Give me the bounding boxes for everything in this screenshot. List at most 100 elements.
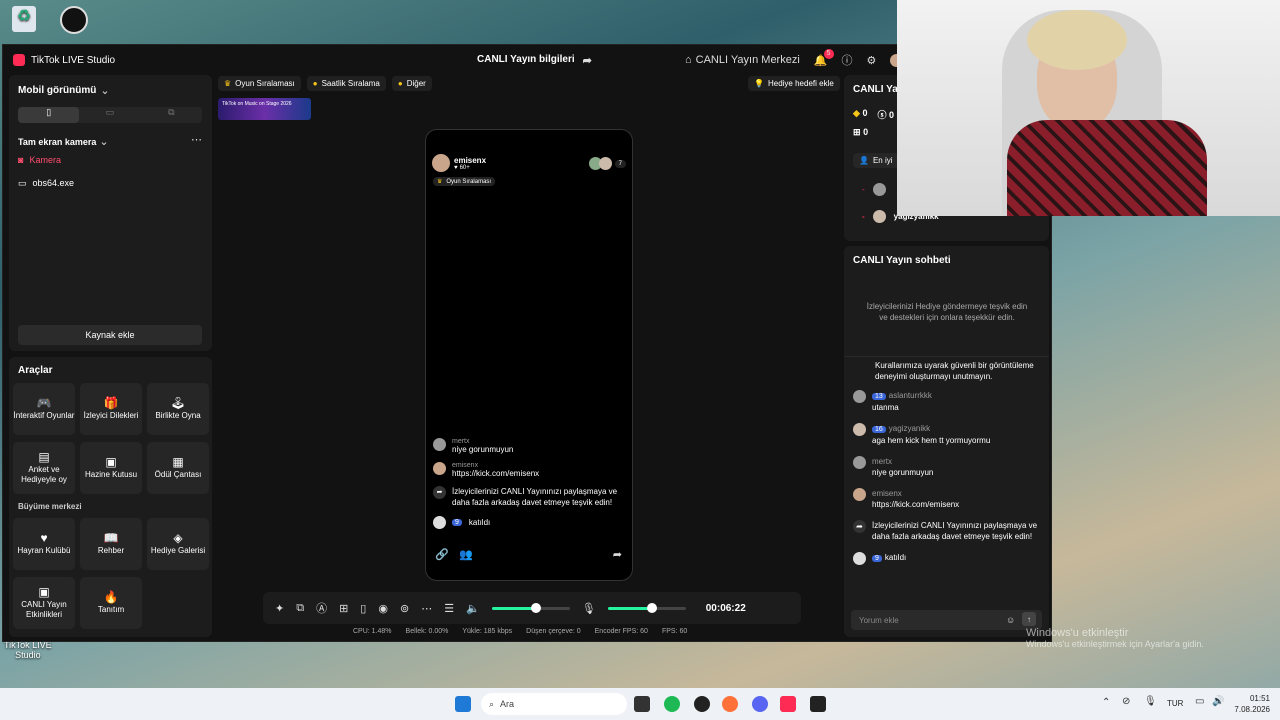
emoji-icon[interactable]: ☺ — [1006, 615, 1015, 625]
slider-knob[interactable] — [531, 602, 542, 613]
live-info-button[interactable]: CANLI Yayın bilgileri ➦ — [477, 54, 592, 67]
focus-icon[interactable]: ⊚ — [400, 602, 409, 615]
slider-knob[interactable] — [647, 602, 658, 613]
tool-live-events[interactable]: ▣ CANLI Yayın Etkinlikleri — [13, 577, 75, 629]
view-label: Mobil görünümü — [18, 85, 97, 96]
tiktok-icon[interactable] — [780, 696, 796, 712]
tool-fan-club[interactable]: ♥ Hayran Kulübü — [13, 518, 75, 570]
microphone-icon[interactable]: 🎙 — [582, 602, 596, 615]
chip-game-ranking[interactable]: ♛ Oyun Sıralaması — [218, 76, 301, 91]
ai-icon[interactable]: Ⓐ — [316, 600, 327, 616]
language-indicator[interactable]: TUR — [1167, 699, 1183, 708]
speaker-volume-slider[interactable] — [491, 602, 570, 613]
users-icon[interactable]: 👥 — [459, 548, 473, 561]
chat-message: ➦ İzleyicilerinizi CANLI Yayınınızı payla… — [433, 486, 627, 508]
flame-icon: 🔥 — [103, 589, 119, 604]
avatar — [853, 423, 866, 436]
mobile-preview: emisenx ♥ 60+ 7 ♛ Oyun Sıralaması mertx niy… — [425, 129, 633, 581]
chat-user: emisenx — [452, 462, 479, 469]
network-icon[interactable]: ⊘ — [1122, 696, 1130, 707]
chip-hourly-ranking[interactable]: ● Saatlik Sıralama — [306, 76, 386, 91]
gift-goal-button[interactable]: 💡 Hediye hedefi ekle — [748, 76, 840, 91]
record-icon[interactable]: ◉ — [378, 602, 388, 615]
phone-icon[interactable]: ▯ — [360, 602, 366, 615]
viewer-avatars[interactable]: 7 — [588, 157, 626, 170]
tool-guide[interactable]: 📖 Rehber — [80, 518, 142, 570]
tool-treasure-box[interactable]: ▣ Hazine Kutusu — [80, 442, 142, 494]
rank-chip[interactable]: ♛ Oyun Sıralaması — [433, 177, 496, 186]
link-icon[interactable]: 🔗 — [435, 548, 449, 561]
taskbar-search[interactable]: ⌕ Ara — [481, 693, 627, 715]
magic-wand-icon[interactable]: ✦ — [275, 602, 284, 615]
tiktok-live-studio-icon[interactable] — [810, 696, 826, 712]
fps-status: FPS: 60 — [661, 628, 688, 635]
chevron-down-icon: ⌄ — [99, 136, 109, 148]
event-banner[interactable]: TikTok on Music on Stage 2026 — [218, 98, 311, 120]
tool-play-together[interactable]: 🕹 Birlikte Oyna — [147, 383, 209, 435]
bell-icon[interactable]: 🔔 5 — [814, 48, 834, 67]
heart-icon: ♥ — [40, 530, 48, 545]
window-icon: ▭ — [18, 178, 27, 188]
scene-selector[interactable]: Tam ekran kamera ⌄ — [18, 135, 109, 148]
chat-user: mertx — [452, 438, 470, 445]
tiktok-live-studio-window: TikTok LIVE Studio CANLI Yayın bilgileri… — [2, 44, 1052, 642]
help-icon[interactable]: ⓘ — [842, 52, 853, 68]
camera-icon: ◙ — [18, 155, 24, 165]
source-label: obs64.exe — [32, 178, 75, 188]
volume-icon[interactable]: 🔊 — [1212, 696, 1224, 707]
more-icon[interactable]: ⋯ — [421, 602, 432, 615]
source-item-obs[interactable]: ▭ obs64.exe — [18, 178, 74, 189]
monitor-icon[interactable]: ▭ — [1195, 696, 1204, 707]
more-icon[interactable]: ⋯ — [191, 133, 202, 146]
top-viewer-row[interactable]: - — [862, 183, 886, 196]
chip-other[interactable]: ● Diğer — [391, 76, 432, 91]
search-label: Ara — [500, 699, 515, 709]
send-icon[interactable]: ↑ — [1022, 612, 1036, 626]
landscape-icon[interactable]: ▭ — [79, 107, 140, 123]
tool-gift-gallery[interactable]: ◈ Hediye Galerisi — [147, 518, 209, 570]
tool-viewer-wishes[interactable]: 🎁 İzleyici Dilekleri — [80, 383, 142, 435]
add-media-icon[interactable]: ⊞ — [339, 602, 348, 615]
bulb-icon: 💡 — [754, 79, 764, 88]
tool-poll[interactable]: ▤ Anket ve Hediyeyle oy — [13, 442, 75, 494]
obs-icon[interactable] — [694, 696, 710, 712]
settings-sliders-icon[interactable]: ☰ — [444, 602, 454, 615]
tiktok-logo-icon — [13, 54, 25, 66]
streamer-info[interactable]: emisenx ♥ 60+ — [432, 154, 486, 172]
mic-icon[interactable]: 🎙 — [1144, 696, 1157, 707]
add-source-button[interactable]: Kaynak ekle — [18, 325, 202, 345]
gifts-stat: ⊞ 0 — [853, 127, 868, 138]
chat-list[interactable]: Kurallarımıza uyarak güvenli bir görüntü… — [853, 360, 1043, 600]
tool-interactive-games[interactable]: 🎮 İnteraktif Oyunlar — [13, 383, 75, 435]
chip-label: Oyun Sıralaması — [235, 79, 295, 88]
chat-message: 13 aslanturrkkk utanma — [853, 390, 1043, 413]
tiktok-live-desktop-label[interactable]: TikTok LIVE Studio — [4, 640, 52, 660]
tool-promote[interactable]: 🔥 Tanıtım — [80, 577, 142, 629]
gear-icon[interactable]: ⚙ — [867, 54, 877, 67]
share-icon[interactable]: ➦ — [613, 548, 622, 561]
source-label: Kamera — [29, 155, 61, 165]
spotify-icon[interactable] — [664, 696, 680, 712]
source-item-camera[interactable]: ◙ Kamera — [18, 155, 61, 165]
obs-desktop-icon[interactable] — [60, 6, 88, 34]
firefox-icon[interactable] — [722, 696, 738, 712]
windows-start-icon[interactable] — [455, 696, 471, 712]
recycle-bin-icon[interactable]: ♻ — [12, 6, 36, 32]
split-icon[interactable]: ⧉ — [141, 107, 202, 123]
taskview-icon[interactable] — [634, 696, 650, 712]
live-center-button[interactable]: ⌂ CANLI Yayın Merkezi — [685, 54, 800, 66]
chat-title: CANLI Yayın sohbeti — [853, 255, 951, 266]
chevron-up-icon[interactable]: ⌃ — [1102, 697, 1110, 708]
discord-icon[interactable] — [752, 696, 768, 712]
tool-reward-bag[interactable]: ▦ Ödül Çantası — [147, 442, 209, 494]
portrait-icon[interactable]: ▯ — [18, 107, 80, 123]
top-viewers-tab[interactable]: 👤 En iyi — [853, 153, 899, 168]
avatar — [433, 438, 446, 451]
orientation-toggle[interactable]: ▯ ▭ ⧉ — [18, 107, 202, 123]
medal-icon: ● — [312, 79, 318, 88]
mic-volume-slider[interactable] — [607, 602, 686, 613]
clock[interactable]: 01:51 7.08.2026 — [1234, 693, 1270, 715]
scene-switch-icon[interactable]: ⧉ — [296, 602, 304, 615]
speaker-icon[interactable]: 🔈 — [466, 602, 480, 615]
view-selector[interactable]: Mobil görünümü ⌄ — [18, 84, 110, 97]
